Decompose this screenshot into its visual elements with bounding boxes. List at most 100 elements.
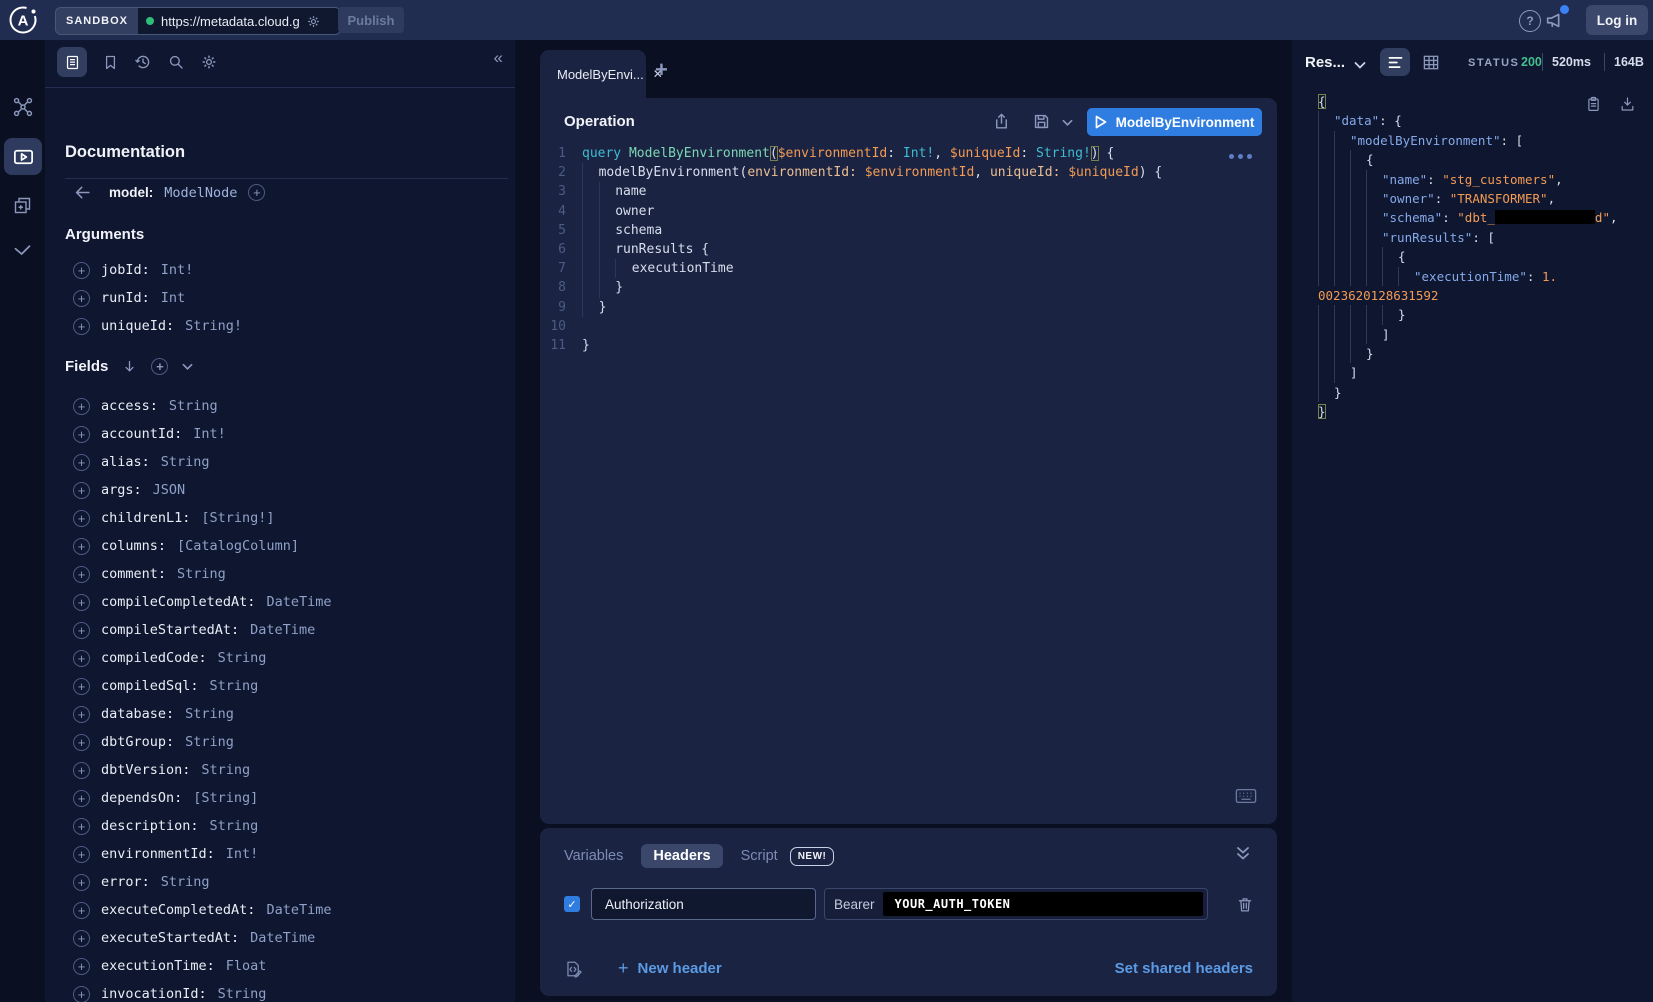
add-field-button[interactable]: +: [73, 734, 90, 751]
run-operation-button[interactable]: ModelByEnvironment: [1087, 108, 1262, 136]
field-type[interactable]: JSON: [153, 482, 186, 498]
save-operation-icon[interactable]: [1032, 112, 1051, 131]
tab-script[interactable]: Script: [741, 848, 778, 864]
add-field-button[interactable]: +: [73, 650, 90, 667]
field-type[interactable]: [String]: [193, 790, 258, 806]
add-field-button[interactable]: +: [73, 398, 90, 415]
login-button[interactable]: Log in: [1586, 5, 1648, 35]
field-type[interactable]: Int!: [193, 426, 226, 442]
save-options-chevron-icon[interactable]: [1062, 119, 1073, 127]
explorer-settings-gear-icon[interactable]: [200, 53, 218, 71]
model-type[interactable]: ModelNode: [164, 185, 237, 201]
field-type[interactable]: String: [161, 874, 210, 890]
endpoint-url-input[interactable]: https://metadata.cloud.get: [138, 8, 340, 34]
add-field-button[interactable]: +: [73, 762, 90, 779]
saved-operations-bookmark-icon[interactable]: [102, 54, 119, 71]
field-type[interactable]: String: [161, 454, 210, 470]
field-type[interactable]: Int: [161, 290, 185, 306]
add-field-button[interactable]: +: [73, 706, 90, 723]
help-button[interactable]: ?: [1519, 10, 1541, 32]
tab-headers[interactable]: Headers: [641, 844, 722, 868]
field-name[interactable]: args:: [101, 482, 142, 498]
field-name[interactable]: executionTime:: [101, 958, 215, 974]
collapse-docs-icon[interactable]: «: [494, 48, 503, 68]
collapse-panel-chevrons-icon[interactable]: [1235, 846, 1251, 861]
field-type[interactable]: String: [201, 762, 250, 778]
field-type[interactable]: [CatalogColumn]: [177, 538, 299, 554]
back-arrow-icon[interactable]: [73, 183, 92, 202]
header-value-field[interactable]: Bearer YOUR_AUTH_TOKEN: [824, 888, 1208, 920]
field-type[interactable]: String: [210, 678, 259, 694]
field-name[interactable]: runId:: [101, 290, 150, 306]
endpoint-settings-gear-icon[interactable]: [306, 14, 321, 29]
field-name[interactable]: alias:: [101, 454, 150, 470]
apollo-logo-icon[interactable]: A: [8, 5, 38, 35]
field-type[interactable]: DateTime: [266, 594, 331, 610]
field-type[interactable]: DateTime: [250, 622, 315, 638]
schema-diff-icon[interactable]: [12, 195, 33, 216]
publish-button[interactable]: Publish: [338, 7, 404, 33]
new-tab-button[interactable]: +: [655, 57, 668, 83]
tab-variables[interactable]: Variables: [564, 848, 623, 864]
operation-tab[interactable]: ModelByEnvi... ✕: [540, 50, 646, 98]
field-name[interactable]: accountId:: [101, 426, 182, 442]
field-type[interactable]: [String!]: [201, 510, 274, 526]
field-name[interactable]: executeStartedAt:: [101, 930, 239, 946]
sort-fields-icon[interactable]: [122, 359, 137, 374]
fields-options-chevron-icon[interactable]: [182, 363, 193, 371]
add-field-button[interactable]: +: [73, 902, 90, 919]
field-name[interactable]: description:: [101, 818, 199, 834]
schema-graph-icon[interactable]: [12, 96, 34, 118]
response-raw-view-icon[interactable]: [1380, 48, 1410, 76]
field-name[interactable]: comment:: [101, 566, 166, 582]
delete-header-icon[interactable]: [1236, 895, 1254, 914]
field-type[interactable]: String: [185, 734, 234, 750]
add-field-button[interactable]: +: [73, 566, 90, 583]
add-field-button[interactable]: +: [73, 874, 90, 891]
field-name[interactable]: access:: [101, 398, 158, 414]
add-field-button[interactable]: +: [73, 790, 90, 807]
explorer-nav-item[interactable]: [4, 138, 42, 175]
add-field-button[interactable]: +: [73, 510, 90, 527]
set-shared-headers-link[interactable]: Set shared headers: [1115, 960, 1253, 977]
add-field-button[interactable]: +: [73, 262, 90, 279]
add-all-fields-button[interactable]: +: [151, 358, 168, 375]
field-name[interactable]: invocationId:: [101, 986, 207, 1002]
field-type[interactable]: Int!: [226, 846, 259, 862]
search-icon[interactable]: [167, 53, 185, 71]
add-field-button[interactable]: +: [73, 818, 90, 835]
field-type[interactable]: String: [169, 398, 218, 414]
add-field-button[interactable]: +: [73, 846, 90, 863]
field-name[interactable]: compileCompletedAt:: [101, 594, 255, 610]
header-name-input[interactable]: Authorization: [591, 888, 816, 920]
add-field-button[interactable]: +: [73, 426, 90, 443]
operation-editor[interactable]: 1query ModelByEnvironment($environmentId…: [540, 144, 1263, 355]
auth-token-input[interactable]: YOUR_AUTH_TOKEN: [883, 892, 1203, 916]
field-name[interactable]: uniqueId:: [101, 318, 174, 334]
add-field-button[interactable]: +: [73, 482, 90, 499]
field-name[interactable]: dbtVersion:: [101, 762, 190, 778]
field-type[interactable]: String: [185, 706, 234, 722]
docs-tab-icon[interactable]: [57, 47, 87, 77]
add-field-button[interactable]: +: [73, 622, 90, 639]
response-title[interactable]: Res...: [1305, 54, 1345, 71]
field-type[interactable]: DateTime: [250, 930, 315, 946]
add-field-button[interactable]: +: [73, 318, 90, 335]
field-name[interactable]: jobId:: [101, 262, 150, 278]
history-icon[interactable]: [134, 53, 152, 71]
field-name[interactable]: error:: [101, 874, 150, 890]
field-name[interactable]: compiledSql:: [101, 678, 199, 694]
response-table-view-icon[interactable]: [1416, 48, 1446, 76]
field-type[interactable]: Int!: [161, 262, 194, 278]
field-type[interactable]: String!: [185, 318, 242, 334]
share-operation-icon[interactable]: [992, 112, 1011, 131]
add-model-button[interactable]: +: [248, 184, 265, 201]
response-dropdown-chevron-icon[interactable]: [1354, 61, 1366, 70]
field-name[interactable]: compileStartedAt:: [101, 622, 239, 638]
field-type[interactable]: Float: [226, 958, 267, 974]
add-field-button[interactable]: +: [73, 594, 90, 611]
add-field-button[interactable]: +: [73, 986, 90, 1002]
editor-overflow-menu-icon[interactable]: [1229, 154, 1252, 159]
field-type[interactable]: DateTime: [266, 902, 331, 918]
field-type[interactable]: String: [210, 818, 259, 834]
